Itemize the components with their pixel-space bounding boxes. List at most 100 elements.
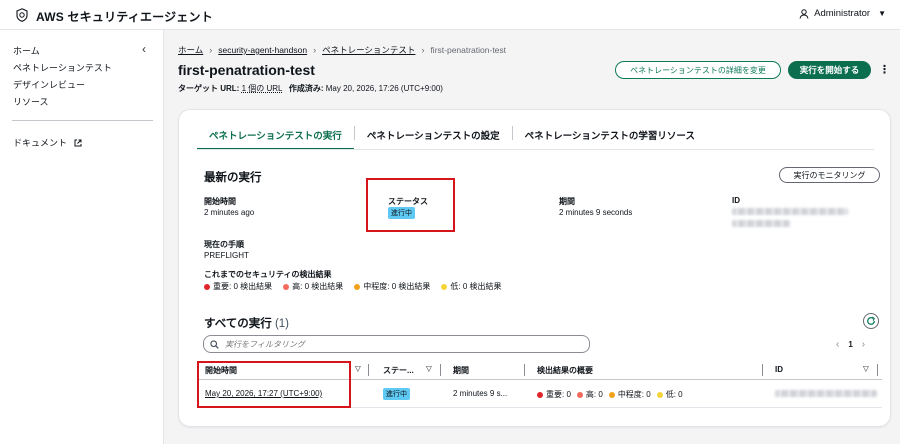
latest-run-title: 最新の実行 bbox=[204, 172, 262, 184]
refresh-icon bbox=[867, 316, 875, 325]
sidebar-item-docs[interactable]: ドキュメント bbox=[13, 136, 82, 149]
run-finding-low: 低: 0 bbox=[665, 390, 683, 399]
high-dot-icon bbox=[576, 391, 583, 398]
search-icon bbox=[210, 339, 219, 349]
column-resizer[interactable] bbox=[524, 364, 525, 376]
refresh-button[interactable] bbox=[863, 313, 879, 329]
current-step-value: PREFLIGHT bbox=[204, 251, 249, 260]
tabs-underline bbox=[197, 149, 874, 150]
chevron-right-icon: › bbox=[313, 45, 317, 55]
chevron-right-icon: › bbox=[421, 45, 425, 55]
external-link-icon bbox=[74, 139, 82, 147]
finding-low-label: 低: 0 検出結果 bbox=[450, 282, 502, 291]
column-resizer[interactable] bbox=[368, 364, 369, 376]
tab-list: ペネトレーションテストの実行 ペネトレーションテストの設定 ペネトレーションテス… bbox=[197, 124, 707, 150]
filter-runs-input[interactable] bbox=[225, 339, 565, 349]
app-title: AWS セキュリティエージェント bbox=[36, 10, 213, 24]
sidebar-item-resources[interactable]: リソース bbox=[13, 95, 49, 108]
tab-settings[interactable]: ペネトレーションテストの設定 bbox=[355, 124, 512, 150]
sidebar-item-pentest[interactable]: ペネトレーションテスト bbox=[13, 61, 112, 74]
findings-label: これまでのセキュリティの検出結果 bbox=[204, 270, 332, 279]
target-url-link[interactable]: 1 個の URL bbox=[242, 84, 283, 93]
pagination: ‹ 1 › bbox=[836, 339, 865, 350]
finding-high-label: 高: 0 検出結果 bbox=[292, 282, 344, 291]
finding-high: 高: 0 bbox=[576, 389, 603, 400]
finding-high: 高: 0 検出結果 bbox=[283, 281, 343, 292]
sidebar-divider bbox=[12, 120, 153, 121]
next-page-icon[interactable]: › bbox=[862, 339, 865, 350]
medium-dot-icon bbox=[354, 283, 361, 290]
sort-icon[interactable]: ▽ bbox=[355, 364, 361, 373]
column-status[interactable]: ステー... bbox=[383, 365, 414, 376]
all-runs-title-text: すべての実行 bbox=[204, 318, 272, 330]
start-time-value: 2 minutes ago bbox=[204, 208, 255, 217]
collapse-sidebar-icon[interactable]: ‹ bbox=[142, 42, 146, 56]
current-page-number[interactable]: 1 bbox=[848, 340, 852, 349]
finding-low: 低: 0 検出結果 bbox=[441, 281, 502, 292]
monitor-run-button[interactable]: 実行のモニタリング bbox=[779, 167, 880, 183]
sort-icon[interactable]: ▽ bbox=[426, 364, 432, 373]
breadcrumb: ホーム › security-agent-handson › ペネトレーションテ… bbox=[178, 44, 506, 56]
start-time-label: 開始時間 bbox=[204, 197, 236, 206]
breadcrumb-pentest[interactable]: ペネトレーションテスト bbox=[322, 44, 415, 56]
tab-runs[interactable]: ペネトレーションテストの実行 bbox=[197, 124, 354, 150]
security-agent-logo-icon bbox=[16, 8, 28, 22]
runs-card: ペネトレーションテストの実行 ペネトレーションテストの設定 ペネトレーションテス… bbox=[178, 109, 891, 427]
more-actions-icon[interactable]: ⋮ bbox=[879, 63, 890, 77]
breadcrumb-project[interactable]: security-agent-handson bbox=[218, 45, 307, 55]
target-label: ターゲット URL: bbox=[178, 84, 240, 93]
run-findings-cell: 重要: 0 高: 0 中程度: 0 低: 0 bbox=[537, 389, 683, 400]
edit-pentest-button[interactable]: ペネトレーションテストの詳細を変更 bbox=[615, 61, 781, 79]
top-navigation-bar: AWS セキュリティエージェント Administrator ▼ bbox=[0, 0, 900, 30]
status-highlight-box bbox=[366, 178, 455, 232]
finding-medium: 中程度: 0 検出結果 bbox=[354, 281, 430, 292]
chevron-right-icon: › bbox=[209, 45, 213, 55]
sort-icon[interactable]: ▽ bbox=[863, 364, 869, 373]
low-dot-icon bbox=[656, 391, 663, 398]
finding-medium-label: 中程度: 0 検出結果 bbox=[363, 282, 431, 291]
column-resizer[interactable] bbox=[877, 364, 878, 376]
redacted-id bbox=[732, 208, 848, 215]
docs-label: ドキュメント bbox=[13, 138, 68, 148]
findings-summary: 重要: 0 検出結果 高: 0 検出結果 中程度: 0 検出結果 低: 0 検出… bbox=[204, 281, 502, 292]
sidebar: ホーム ‹ ペネトレーションテスト デザインレビュー リソース ドキュメント bbox=[0, 30, 164, 444]
finding-critical: 重要: 0 検出結果 bbox=[204, 281, 272, 292]
page-meta: ターゲット URL: 1 個の URL 作成済み: May 20, 2026, … bbox=[178, 83, 443, 94]
user-menu[interactable]: Administrator ▼ bbox=[799, 8, 886, 19]
caret-down-icon: ▼ bbox=[878, 9, 886, 18]
finding-critical: 重要: 0 bbox=[537, 389, 571, 400]
id-label: ID bbox=[732, 196, 740, 205]
run-finding-medium: 中程度: 0 bbox=[617, 390, 651, 399]
run-status-cell: 進行中 bbox=[383, 388, 410, 400]
redacted-id bbox=[732, 220, 790, 227]
start-run-button[interactable]: 実行を開始する bbox=[788, 61, 871, 79]
column-findings[interactable]: 検出結果の概要 bbox=[537, 365, 593, 376]
run-finding-high: 高: 0 bbox=[585, 390, 603, 399]
low-dot-icon bbox=[441, 283, 448, 290]
tab-learning-resources[interactable]: ペネトレーションテストの学習リソース bbox=[513, 124, 707, 150]
column-duration[interactable]: 期間 bbox=[453, 365, 469, 376]
finding-low: 低: 0 bbox=[656, 389, 683, 400]
medium-dot-icon bbox=[608, 391, 615, 398]
start-time-highlight-box bbox=[197, 361, 351, 408]
column-resizer[interactable] bbox=[762, 364, 763, 376]
user-icon bbox=[799, 8, 809, 19]
status-badge: 進行中 bbox=[383, 388, 410, 400]
column-resizer[interactable] bbox=[440, 364, 441, 376]
column-id[interactable]: ID bbox=[775, 365, 783, 374]
finding-medium: 中程度: 0 bbox=[608, 389, 651, 400]
page-title: first-penatration-test bbox=[178, 62, 315, 78]
sidebar-item-home[interactable]: ホーム bbox=[13, 44, 40, 57]
run-finding-critical: 重要: 0 bbox=[546, 390, 571, 399]
breadcrumb-home[interactable]: ホーム bbox=[178, 44, 203, 56]
sidebar-item-design-review[interactable]: デザインレビュー bbox=[13, 78, 85, 91]
duration-label: 期間 bbox=[559, 197, 575, 206]
user-name: Administrator bbox=[814, 8, 871, 19]
current-step-label: 現在の手順 bbox=[204, 240, 244, 249]
finding-critical-label: 重要: 0 検出結果 bbox=[213, 282, 273, 291]
run-duration-cell: 2 minutes 9 s... bbox=[453, 389, 508, 398]
previous-page-icon[interactable]: ‹ bbox=[836, 339, 839, 350]
created-value: May 20, 2026, 17:26 (UTC+9:00) bbox=[325, 84, 443, 93]
filter-runs bbox=[203, 335, 590, 353]
redacted-run-id bbox=[775, 390, 877, 397]
